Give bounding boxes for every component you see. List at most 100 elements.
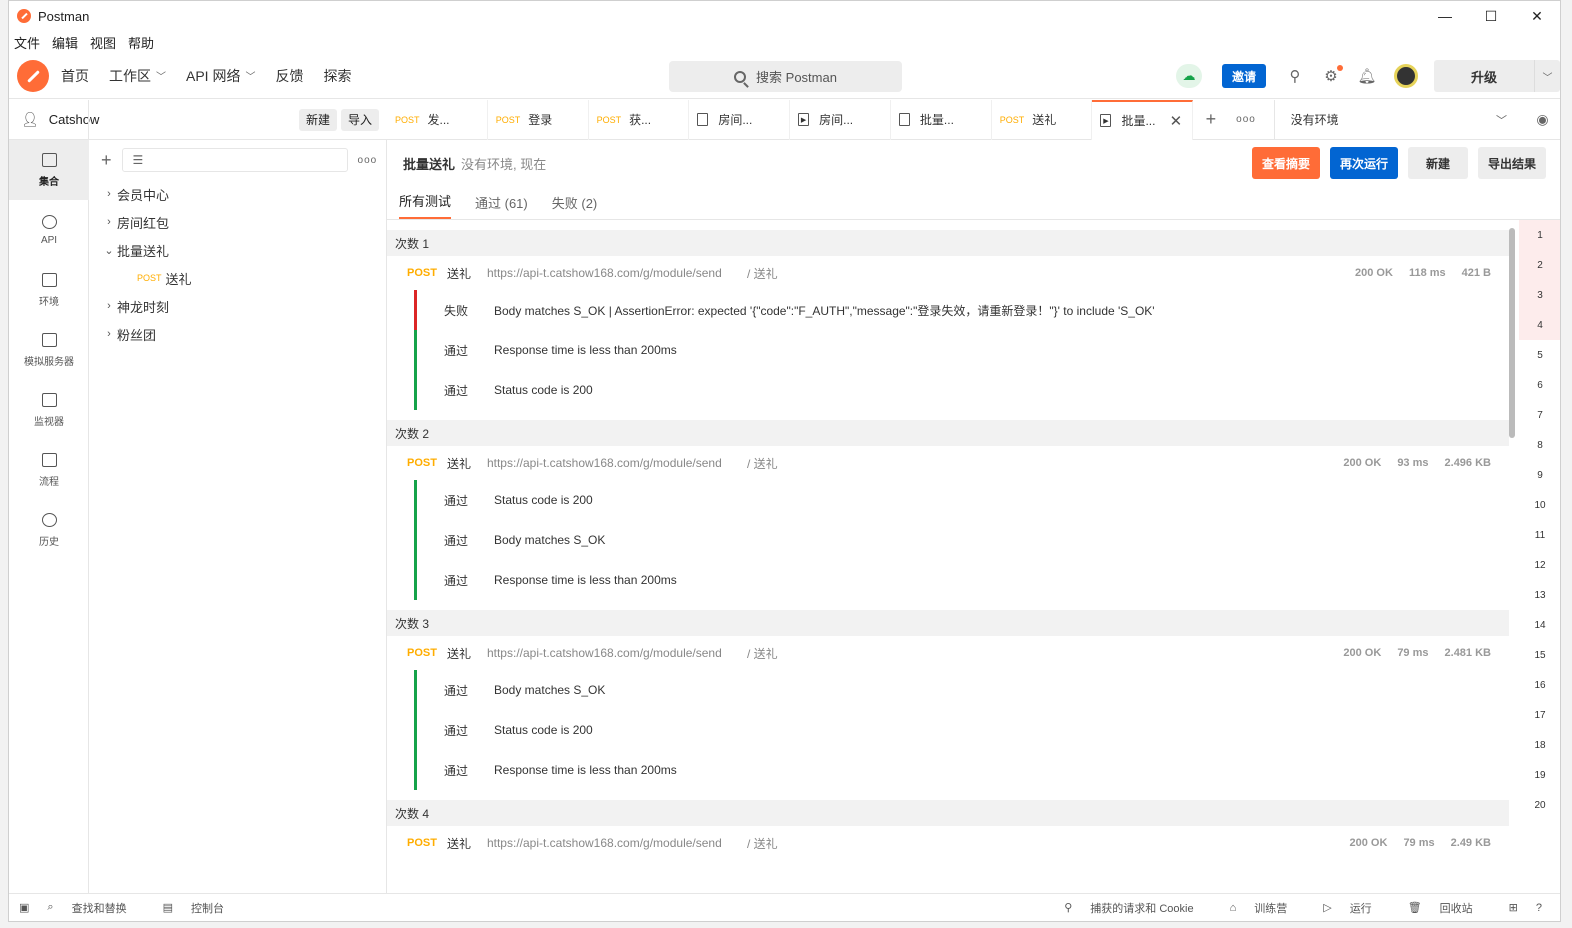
rail-item-api[interactable]: API bbox=[9, 200, 89, 260]
new-button[interactable]: 新建 bbox=[1407, 147, 1468, 179]
iteration-index-item[interactable]: 18 bbox=[1519, 730, 1560, 760]
tree-item-collection[interactable]: › 神龙时刻 bbox=[89, 292, 386, 320]
iteration-index-item[interactable]: 2 bbox=[1519, 250, 1560, 280]
more-options-icon[interactable]: ooo bbox=[358, 155, 378, 166]
iteration-index-item[interactable]: 17 bbox=[1519, 700, 1560, 730]
rail-item-history[interactable]: 历史 bbox=[9, 500, 89, 560]
trash-button[interactable]: 🗑︎ 回收站 bbox=[1408, 900, 1491, 916]
filter-input[interactable]: ☰ bbox=[121, 148, 348, 172]
iteration-index-item[interactable]: 7 bbox=[1519, 400, 1560, 430]
iteration-index-item[interactable]: 20 bbox=[1519, 790, 1560, 820]
iteration-index-item[interactable]: 12 bbox=[1519, 550, 1560, 580]
help-icon[interactable]: ? bbox=[1536, 902, 1542, 914]
menu-view[interactable]: 视图 bbox=[90, 33, 116, 52]
nav-feedback[interactable]: 反馈 bbox=[275, 66, 303, 86]
iteration-index-item[interactable]: 6 bbox=[1519, 370, 1560, 400]
maximize-button[interactable]: ☐ bbox=[1468, 1, 1514, 31]
tab-passed[interactable]: 通过 (61) bbox=[475, 193, 528, 219]
iteration-index-item[interactable]: 13 bbox=[1519, 580, 1560, 610]
iteration-index-item[interactable]: 10 bbox=[1519, 490, 1560, 520]
add-collection-icon[interactable]: + bbox=[101, 150, 112, 171]
close-window-button[interactable]: ✕ bbox=[1514, 1, 1560, 31]
tab-runner-active[interactable]: ▶ 批量... ✕ bbox=[1092, 99, 1194, 140]
menu-edit[interactable]: 编辑 bbox=[52, 33, 78, 52]
iteration-index-item[interactable]: 3 bbox=[1519, 280, 1560, 310]
nav-workspaces[interactable]: 工作区 ﹀ bbox=[109, 66, 166, 86]
tab-collection[interactable]: 批量... bbox=[891, 99, 992, 140]
tree-item-request[interactable]: POST 送礼 bbox=[89, 264, 386, 292]
tree-item-collection[interactable]: ⌄ 批量送礼 bbox=[89, 236, 386, 264]
tab-all-tests[interactable]: 所有测试 bbox=[399, 191, 452, 219]
layout-icon[interactable]: ⊞ bbox=[1509, 901, 1518, 914]
eye-icon[interactable]: ◉ bbox=[1523, 111, 1560, 128]
tab-request[interactable]: POST 送礼 bbox=[992, 99, 1093, 140]
tab-failed[interactable]: 失败 (2) bbox=[552, 193, 598, 219]
rail-item-collections[interactable]: 集合 bbox=[9, 140, 89, 200]
iteration-index-item[interactable]: 5 bbox=[1519, 340, 1560, 370]
more-tabs-icon[interactable]: ooo bbox=[1228, 114, 1263, 125]
test-name: Status code is 200 bbox=[494, 383, 593, 397]
cloud-sync-icon[interactable]: ☁ bbox=[1175, 64, 1202, 88]
bell-icon[interactable]: 🔔︎ bbox=[1357, 67, 1376, 85]
minimize-button[interactable]: — bbox=[1422, 1, 1468, 31]
close-tab-icon[interactable]: ✕ bbox=[1170, 112, 1183, 130]
pass-indicator bbox=[414, 520, 417, 560]
response-status: 200 OK bbox=[1343, 647, 1382, 659]
new-tab-icon[interactable]: + bbox=[1193, 109, 1228, 130]
run-again-button[interactable]: 再次运行 bbox=[1329, 147, 1398, 179]
request-row[interactable]: POST 送礼 https://api-t.catshow168.com/g/mod… bbox=[387, 826, 1509, 860]
tree-item-collection[interactable]: › 会员中心 bbox=[89, 180, 386, 208]
results-scrollbar[interactable] bbox=[1509, 220, 1517, 921]
find-replace-button[interactable]: ⌕ 查找和替换 bbox=[47, 900, 144, 916]
upgrade-button[interactable]: 升级 bbox=[1434, 60, 1534, 92]
iteration-index-item[interactable]: 8 bbox=[1519, 430, 1560, 460]
new-button[interactable]: 新建 bbox=[298, 108, 337, 131]
import-button[interactable]: 导入 bbox=[340, 108, 379, 131]
iteration-index-item[interactable]: 1 bbox=[1519, 220, 1560, 250]
iteration-index-item[interactable]: 19 bbox=[1519, 760, 1560, 790]
tree-item-collection[interactable]: › 粉丝团 bbox=[89, 320, 386, 348]
export-results-button[interactable]: 导出结果 bbox=[1477, 147, 1546, 179]
request-row[interactable]: POST 送礼 https://api-t.catshow168.com/g/mod… bbox=[387, 446, 1509, 480]
tab-request[interactable]: POST 发... bbox=[387, 99, 488, 140]
nav-api-network[interactable]: API 网络 ﹀ bbox=[186, 66, 255, 86]
request-row[interactable]: POST 送礼 https://api-t.catshow168.com/g/mod… bbox=[387, 636, 1509, 670]
menu-help[interactable]: 帮助 bbox=[128, 33, 154, 52]
iteration-index-item[interactable]: 16 bbox=[1519, 670, 1560, 700]
rail-item-monitors[interactable]: 监视器 bbox=[9, 380, 89, 440]
rail-item-flows[interactable]: 流程 bbox=[9, 440, 89, 500]
bootcamp-button[interactable]: ⌂ 训练营 bbox=[1230, 900, 1306, 916]
capture-button[interactable]: ⚲ 捕获的请求和 Cookie bbox=[1064, 900, 1211, 916]
tab-runner[interactable]: ▶ 房间... bbox=[790, 99, 891, 140]
avatar[interactable] bbox=[1394, 64, 1418, 88]
toggle-sidebar-icon[interactable]: ▣ bbox=[19, 901, 29, 914]
nav-home[interactable]: 首页 bbox=[61, 66, 89, 86]
tab-request[interactable]: POST 登录 bbox=[488, 99, 589, 140]
invite-button[interactable]: 邀请 bbox=[1221, 64, 1266, 88]
rail-item-mock-servers[interactable]: 模拟服务器 bbox=[9, 320, 89, 380]
postman-brand-icon[interactable] bbox=[17, 59, 49, 92]
console-button[interactable]: ▤ 控制台 bbox=[163, 900, 242, 916]
upgrade-dropdown-button[interactable]: ﹀ bbox=[1534, 60, 1560, 92]
menu-file[interactable]: 文件 bbox=[14, 33, 40, 52]
tab-collection[interactable]: 房间... bbox=[689, 99, 791, 140]
request-row[interactable]: POST 送礼 https://api-t.catshow168.com/g/mod… bbox=[387, 256, 1509, 290]
iteration-index-item[interactable]: 4 bbox=[1519, 310, 1560, 340]
view-summary-button[interactable]: 查看摘要 bbox=[1251, 147, 1320, 179]
rail-item-environments[interactable]: 环境 bbox=[9, 260, 89, 320]
runner-button[interactable]: ▷ 运行 bbox=[1323, 900, 1389, 916]
iteration-index-item[interactable]: 15 bbox=[1519, 640, 1560, 670]
satellite-icon[interactable]: ⚲ bbox=[1286, 67, 1304, 85]
search-input[interactable]: 搜索 Postman bbox=[669, 61, 902, 92]
iteration-index-item[interactable]: 9 bbox=[1519, 460, 1560, 490]
iteration-index-item[interactable]: 11 bbox=[1519, 520, 1560, 550]
nav-explore[interactable]: 探索 bbox=[323, 66, 351, 86]
tab-request[interactable]: POST 获... bbox=[589, 99, 690, 140]
monitor-icon bbox=[41, 392, 57, 407]
scroll-thumb[interactable] bbox=[1509, 228, 1515, 438]
test-status: 通过 bbox=[444, 383, 469, 398]
environment-select[interactable]: 没有环境 ﹀ bbox=[1273, 99, 1523, 140]
settings-gear-icon[interactable]: ⚙ bbox=[1322, 65, 1343, 85]
iteration-index-item[interactable]: 14 bbox=[1519, 610, 1560, 640]
tree-item-collection[interactable]: › 房间红包 bbox=[89, 208, 386, 236]
